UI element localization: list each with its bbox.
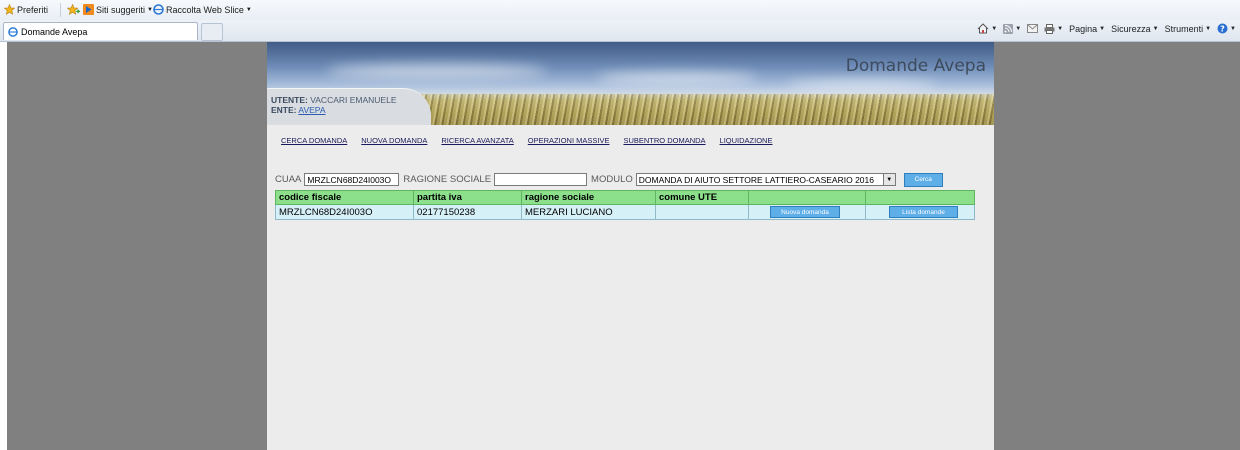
nav-ricerca-avanzata[interactable]: RICERCA AVANZATA (441, 136, 513, 145)
tab-title: Domande Avepa (21, 26, 88, 37)
chevron-down-icon: ▼ (1015, 25, 1022, 32)
ragione-sociale-input[interactable] (494, 173, 588, 186)
table-header-row: codice fiscale partita iva ragione socia… (275, 190, 975, 205)
nav-operazioni-massive[interactable]: OPERAZIONI MASSIVE (528, 136, 610, 145)
page-container: Domande Avepa UTENTE: VACCARI EMANUELE E… (267, 42, 994, 450)
cuaa-label: CUAA (275, 174, 302, 185)
chevron-down-icon: ▼ (245, 6, 252, 13)
favorites-label: Preferiti (17, 4, 49, 15)
nav-subentro-domanda[interactable]: SUBENTRO DOMANDA (623, 136, 705, 145)
cuaa-input[interactable]: MRZLCN68D24I003O (304, 173, 400, 186)
user-label: UTENTE: (271, 95, 308, 105)
user-panel: UTENTE: VACCARI EMANUELE ENTE: AVEPA (267, 88, 431, 125)
table-row: MRZLCN68D24I003O 02177150238 MERZARI LUC… (275, 204, 975, 220)
nav-nuova-domanda[interactable]: NUOVA DOMANDA (361, 136, 427, 145)
home-button[interactable]: ▼ (977, 23, 997, 34)
user-info: UTENTE: VACCARI EMANUELE (271, 95, 397, 105)
rss-icon (1003, 23, 1014, 34)
cell-partita-iva: 02177150238 (413, 204, 522, 220)
banner-title: Domande Avepa (845, 56, 986, 76)
nuova-domanda-button[interactable]: Nuova domanda (770, 206, 840, 219)
page-menu-label: Pagina (1069, 23, 1098, 34)
help-button[interactable]: ? ▼ (1217, 23, 1236, 34)
cell-codice-fiscale: MRZLCN68D24I003O (275, 204, 414, 220)
header-action-1 (748, 190, 866, 205)
ie-page-icon (8, 26, 18, 37)
mail-icon (1027, 24, 1039, 33)
webslice-button[interactable]: Raccolta Web Slice ▼ (153, 4, 252, 15)
header-action-2 (865, 190, 975, 205)
tools-menu-label: Strumenti (1164, 23, 1204, 34)
mail-button[interactable] (1027, 24, 1039, 33)
suggested-sites-button[interactable]: Siti suggeriti ▼ (83, 4, 153, 15)
printer-icon (1044, 23, 1055, 34)
chevron-down-icon: ▼ (1205, 25, 1212, 32)
ragione-sociale-label: RAGIONE SOCIALE (403, 174, 492, 185)
add-favorite-icon (67, 4, 80, 15)
suggested-sites-icon (83, 4, 94, 15)
cell-comune-ute (655, 204, 749, 220)
tab-domande-avepa[interactable]: Domande Avepa (3, 22, 198, 40)
chevron-down-icon: ▼ (1152, 25, 1159, 32)
nav-liquidazione[interactable]: LIQUIDAZIONE (720, 136, 773, 145)
webslice-label: Raccolta Web Slice (166, 4, 244, 15)
add-favorite-button[interactable] (67, 4, 82, 15)
help-icon: ? (1217, 23, 1228, 34)
chevron-down-icon[interactable]: ▼ (882, 174, 895, 185)
command-bar: ▼ ▼ ▼ Pagina ▼ Sicurezza ▼ Strumenti ▼ ?… (971, 23, 1236, 34)
print-button[interactable]: ▼ (1044, 23, 1064, 34)
ie-icon (153, 4, 164, 15)
header-banner: Domande Avepa UTENTE: VACCARI EMANUELE E… (267, 42, 994, 125)
cerca-button[interactable]: Cerca (903, 172, 943, 187)
results-table: codice fiscale partita iva ragione socia… (275, 190, 975, 220)
modulo-select[interactable]: DOMANDA DI AIUTO SETTORE LATTIERO-CASEAR… (635, 173, 896, 186)
search-form: CUAA MRZLCN68D24I003O RAGIONE SOCIALE MO… (275, 172, 943, 187)
header-comune-ute: comune UTE (655, 190, 749, 205)
chevron-down-icon: ▼ (1057, 25, 1064, 32)
header-ragione-sociale: ragione sociale (521, 190, 656, 205)
security-menu-label: Sicurezza (1111, 23, 1151, 34)
home-icon (977, 23, 989, 34)
feeds-button[interactable]: ▼ (1003, 23, 1022, 34)
cell-lista-domande: Lista domande (865, 204, 975, 220)
separator (60, 3, 61, 17)
ente-label: ENTE: (271, 105, 297, 115)
header-codice-fiscale: codice fiscale (275, 190, 414, 205)
svg-text:?: ? (1220, 24, 1225, 33)
cell-ragione-sociale: MERZARI LUCIANO (521, 204, 656, 220)
header-partita-iva: partita iva (413, 190, 522, 205)
favorites-button[interactable]: Preferiti (4, 4, 48, 15)
browser-viewport: Domande Avepa UTENTE: VACCARI EMANUELE E… (7, 42, 1240, 450)
tools-menu[interactable]: Strumenti ▼ (1165, 24, 1211, 34)
favorites-bar: Preferiti Siti suggeriti ▼ Raccolta Web … (0, 0, 1240, 21)
modulo-selected-value: DOMANDA DI AIUTO SETTORE LATTIERO-CASEAR… (638, 174, 874, 185)
chevron-down-icon: ▼ (1099, 25, 1106, 32)
suggested-sites-label: Siti suggeriti (96, 4, 146, 15)
star-icon (4, 4, 15, 15)
ente-link[interactable]: AVEPA (298, 105, 325, 115)
page-menu[interactable]: Pagina ▼ (1069, 24, 1105, 34)
lista-domande-button[interactable]: Lista domande (889, 206, 958, 219)
chevron-down-icon: ▼ (991, 25, 998, 32)
cell-nuova-domanda: Nuova domanda (748, 204, 866, 220)
new-tab-button[interactable] (201, 23, 223, 41)
main-nav: CERCA DOMANDA NUOVA DOMANDA RICERCA AVAN… (281, 136, 786, 145)
tab-row: Domande Avepa ▼ ▼ ▼ Pagina ▼ Sicurezza ▼… (0, 20, 1240, 42)
chevron-down-icon: ▼ (1230, 25, 1236, 32)
modulo-label: MODULO (591, 174, 633, 185)
ente-info: ENTE: AVEPA (271, 105, 326, 115)
user-name: VACCARI EMANUELE (310, 95, 397, 105)
nav-cerca-domanda[interactable]: CERCA DOMANDA (281, 136, 347, 145)
security-menu[interactable]: Sicurezza ▼ (1111, 24, 1158, 34)
